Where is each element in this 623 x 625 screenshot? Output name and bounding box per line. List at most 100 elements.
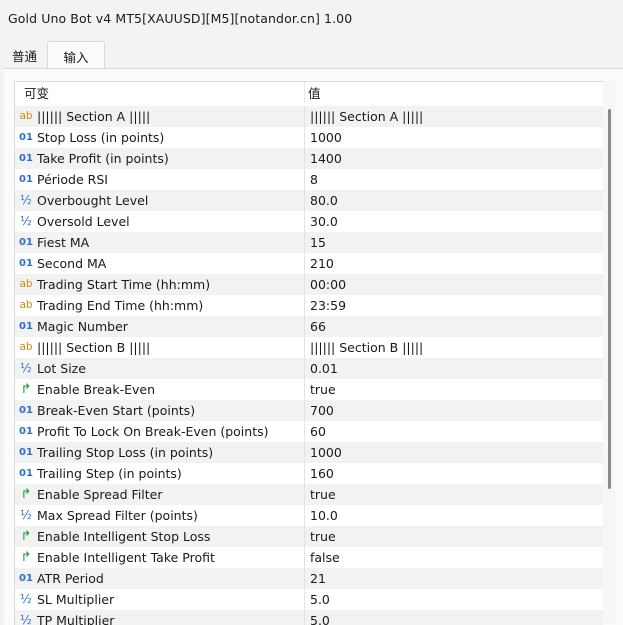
table-row[interactable]: ↱ Enable Break-Even true [15, 379, 603, 400]
param-value[interactable]: 00:00 [305, 274, 346, 295]
param-value[interactable]: 160 [305, 463, 334, 484]
param-name-cell: ½ Overbought Level [15, 190, 305, 211]
integer-type-icon: 01 [19, 258, 33, 269]
double-type-icon: ½ [20, 193, 32, 207]
param-value[interactable]: false [305, 547, 340, 568]
table-row[interactable]: 01 Profit To Lock On Break-Even (points) 6… [15, 421, 603, 442]
param-value[interactable]: 15 [305, 232, 326, 253]
param-name: Trailing Stop Loss (in points) [37, 445, 214, 460]
param-value[interactable]: 1000 [305, 442, 342, 463]
table-row[interactable]: 01 Période RSI 8 [15, 169, 603, 190]
param-name: |||||| Section A ||||| [37, 109, 151, 124]
param-name: Profit To Lock On Break-Even (points) [37, 424, 269, 439]
param-name-cell: ab Trading End Time (hh:mm) [15, 295, 305, 316]
param-value[interactable]: true [305, 526, 336, 547]
boolean-type-icon: ↱ [20, 550, 32, 565]
param-value[interactable]: 0.01 [305, 358, 338, 379]
table-row[interactable]: ab Trading End Time (hh:mm) 23:59 [15, 295, 603, 316]
param-name: Take Profit (in points) [37, 151, 169, 166]
param-value[interactable]: 30.0 [305, 211, 338, 232]
param-value[interactable]: 23:59 [305, 295, 346, 316]
param-name: Oversold Level [37, 214, 130, 229]
param-value[interactable]: 5.0 [305, 610, 330, 625]
table-row[interactable]: ½ Oversold Level 30.0 [15, 211, 603, 232]
param-name-cell: 01 Trailing Step (in points) [15, 463, 305, 484]
param-name: Overbought Level [37, 193, 149, 208]
param-name: Break-Even Start (points) [37, 403, 196, 418]
param-name-cell: ½ TP Multiplier [15, 610, 305, 625]
integer-type-icon: 01 [19, 405, 33, 416]
table-row[interactable]: ↱ Enable Spread Filter true [15, 484, 603, 505]
integer-type-icon: 01 [19, 237, 33, 248]
string-type-icon: ab [19, 278, 33, 290]
param-value[interactable]: 66 [305, 316, 326, 337]
table-row[interactable]: 01 Trailing Stop Loss (in points) 1000 [15, 442, 603, 463]
table-row[interactable]: 01 Second MA 210 [15, 253, 603, 274]
table-row[interactable]: ½ SL Multiplier 5.0 [15, 589, 603, 610]
boolean-type-icon: ↱ [20, 529, 32, 544]
param-name: Enable Spread Filter [37, 487, 163, 502]
param-value[interactable]: |||||| Section A ||||| [305, 106, 423, 127]
param-value[interactable]: 1400 [305, 148, 342, 169]
table-row[interactable]: 01 Break-Even Start (points) 700 [15, 400, 603, 421]
param-name-cell: 01 Second MA [15, 253, 305, 274]
tab-inputs[interactable]: 输入 [47, 41, 105, 70]
header-value[interactable]: 值 [305, 82, 321, 103]
param-value[interactable]: 10.0 [305, 505, 338, 526]
vertical-scrollbar[interactable] [603, 81, 615, 624]
inputs-grid: 可变 值 ab |||||| Section A ||||| |||||| Sect… [14, 81, 603, 625]
table-row[interactable]: 01 ATR Period 21 [15, 568, 603, 589]
param-value[interactable]: 700 [305, 400, 334, 421]
table-row[interactable]: 01 Fiest MA 15 [15, 232, 603, 253]
param-name-cell: 01 Trailing Stop Loss (in points) [15, 442, 305, 463]
param-value[interactable]: true [305, 379, 336, 400]
param-name-cell: 01 Profit To Lock On Break-Even (points) [15, 421, 305, 442]
boolean-type-icon: ↱ [20, 487, 32, 502]
table-row[interactable]: ½ Overbought Level 80.0 [15, 190, 603, 211]
table-row[interactable]: 01 Magic Number 66 [15, 316, 603, 337]
param-name-cell: ½ Lot Size [15, 358, 305, 379]
param-name-cell: ½ SL Multiplier [15, 589, 305, 610]
table-row[interactable]: ab |||||| Section A ||||| |||||| Section A… [15, 106, 603, 127]
integer-type-icon: 01 [19, 573, 33, 584]
table-row[interactable]: 01 Stop Loss (in points) 1000 [15, 127, 603, 148]
param-name: TP Multiplier [37, 613, 115, 625]
tab-strip: 普通 输入 [0, 41, 623, 70]
table-row[interactable]: ½ Max Spread Filter (points) 10.0 [15, 505, 603, 526]
param-name: Lot Size [37, 361, 86, 376]
param-name: Enable Intelligent Stop Loss [37, 529, 211, 544]
table-row[interactable]: 01 Take Profit (in points) 1400 [15, 148, 603, 169]
param-name: Fiest MA [37, 235, 90, 250]
table-row[interactable]: ↱ Enable Intelligent Take Profit false [15, 547, 603, 568]
param-name: Trading Start Time (hh:mm) [37, 277, 211, 292]
integer-type-icon: 01 [19, 447, 33, 458]
boolean-type-icon: ↱ [20, 382, 32, 397]
table-row[interactable]: ½ Lot Size 0.01 [15, 358, 603, 379]
table-row[interactable]: 01 Trailing Step (in points) 160 [15, 463, 603, 484]
param-name: Magic Number [37, 319, 128, 334]
table-row[interactable]: ↱ Enable Intelligent Stop Loss true [15, 526, 603, 547]
param-value[interactable]: true [305, 484, 336, 505]
param-value[interactable]: 60 [305, 421, 326, 442]
param-value[interactable]: 21 [305, 568, 326, 589]
param-value[interactable]: 1000 [305, 127, 342, 148]
table-row[interactable]: ab |||||| Section B ||||| |||||| Section B… [15, 337, 603, 358]
param-value[interactable]: 210 [305, 253, 334, 274]
string-type-icon: ab [19, 110, 33, 122]
integer-type-icon: 01 [19, 321, 33, 332]
param-name-cell: ab Trading Start Time (hh:mm) [15, 274, 305, 295]
integer-type-icon: 01 [19, 153, 33, 164]
table-row[interactable]: ab Trading Start Time (hh:mm) 00:00 [15, 274, 603, 295]
param-value[interactable]: 8 [305, 169, 318, 190]
param-value[interactable]: 5.0 [305, 589, 330, 610]
param-value[interactable]: 80.0 [305, 190, 338, 211]
table-row[interactable]: ½ TP Multiplier 5.0 [15, 610, 603, 625]
tab-common[interactable]: 普通 [4, 42, 45, 68]
integer-type-icon: 01 [19, 132, 33, 143]
param-value[interactable]: |||||| Section B ||||| [305, 337, 423, 358]
grid-header: 可变 值 [15, 82, 603, 103]
scrollbar-thumb[interactable] [608, 109, 611, 489]
param-name: SL Multiplier [37, 592, 115, 607]
header-variable[interactable]: 可变 [15, 82, 305, 103]
param-name: Période RSI [37, 172, 108, 187]
